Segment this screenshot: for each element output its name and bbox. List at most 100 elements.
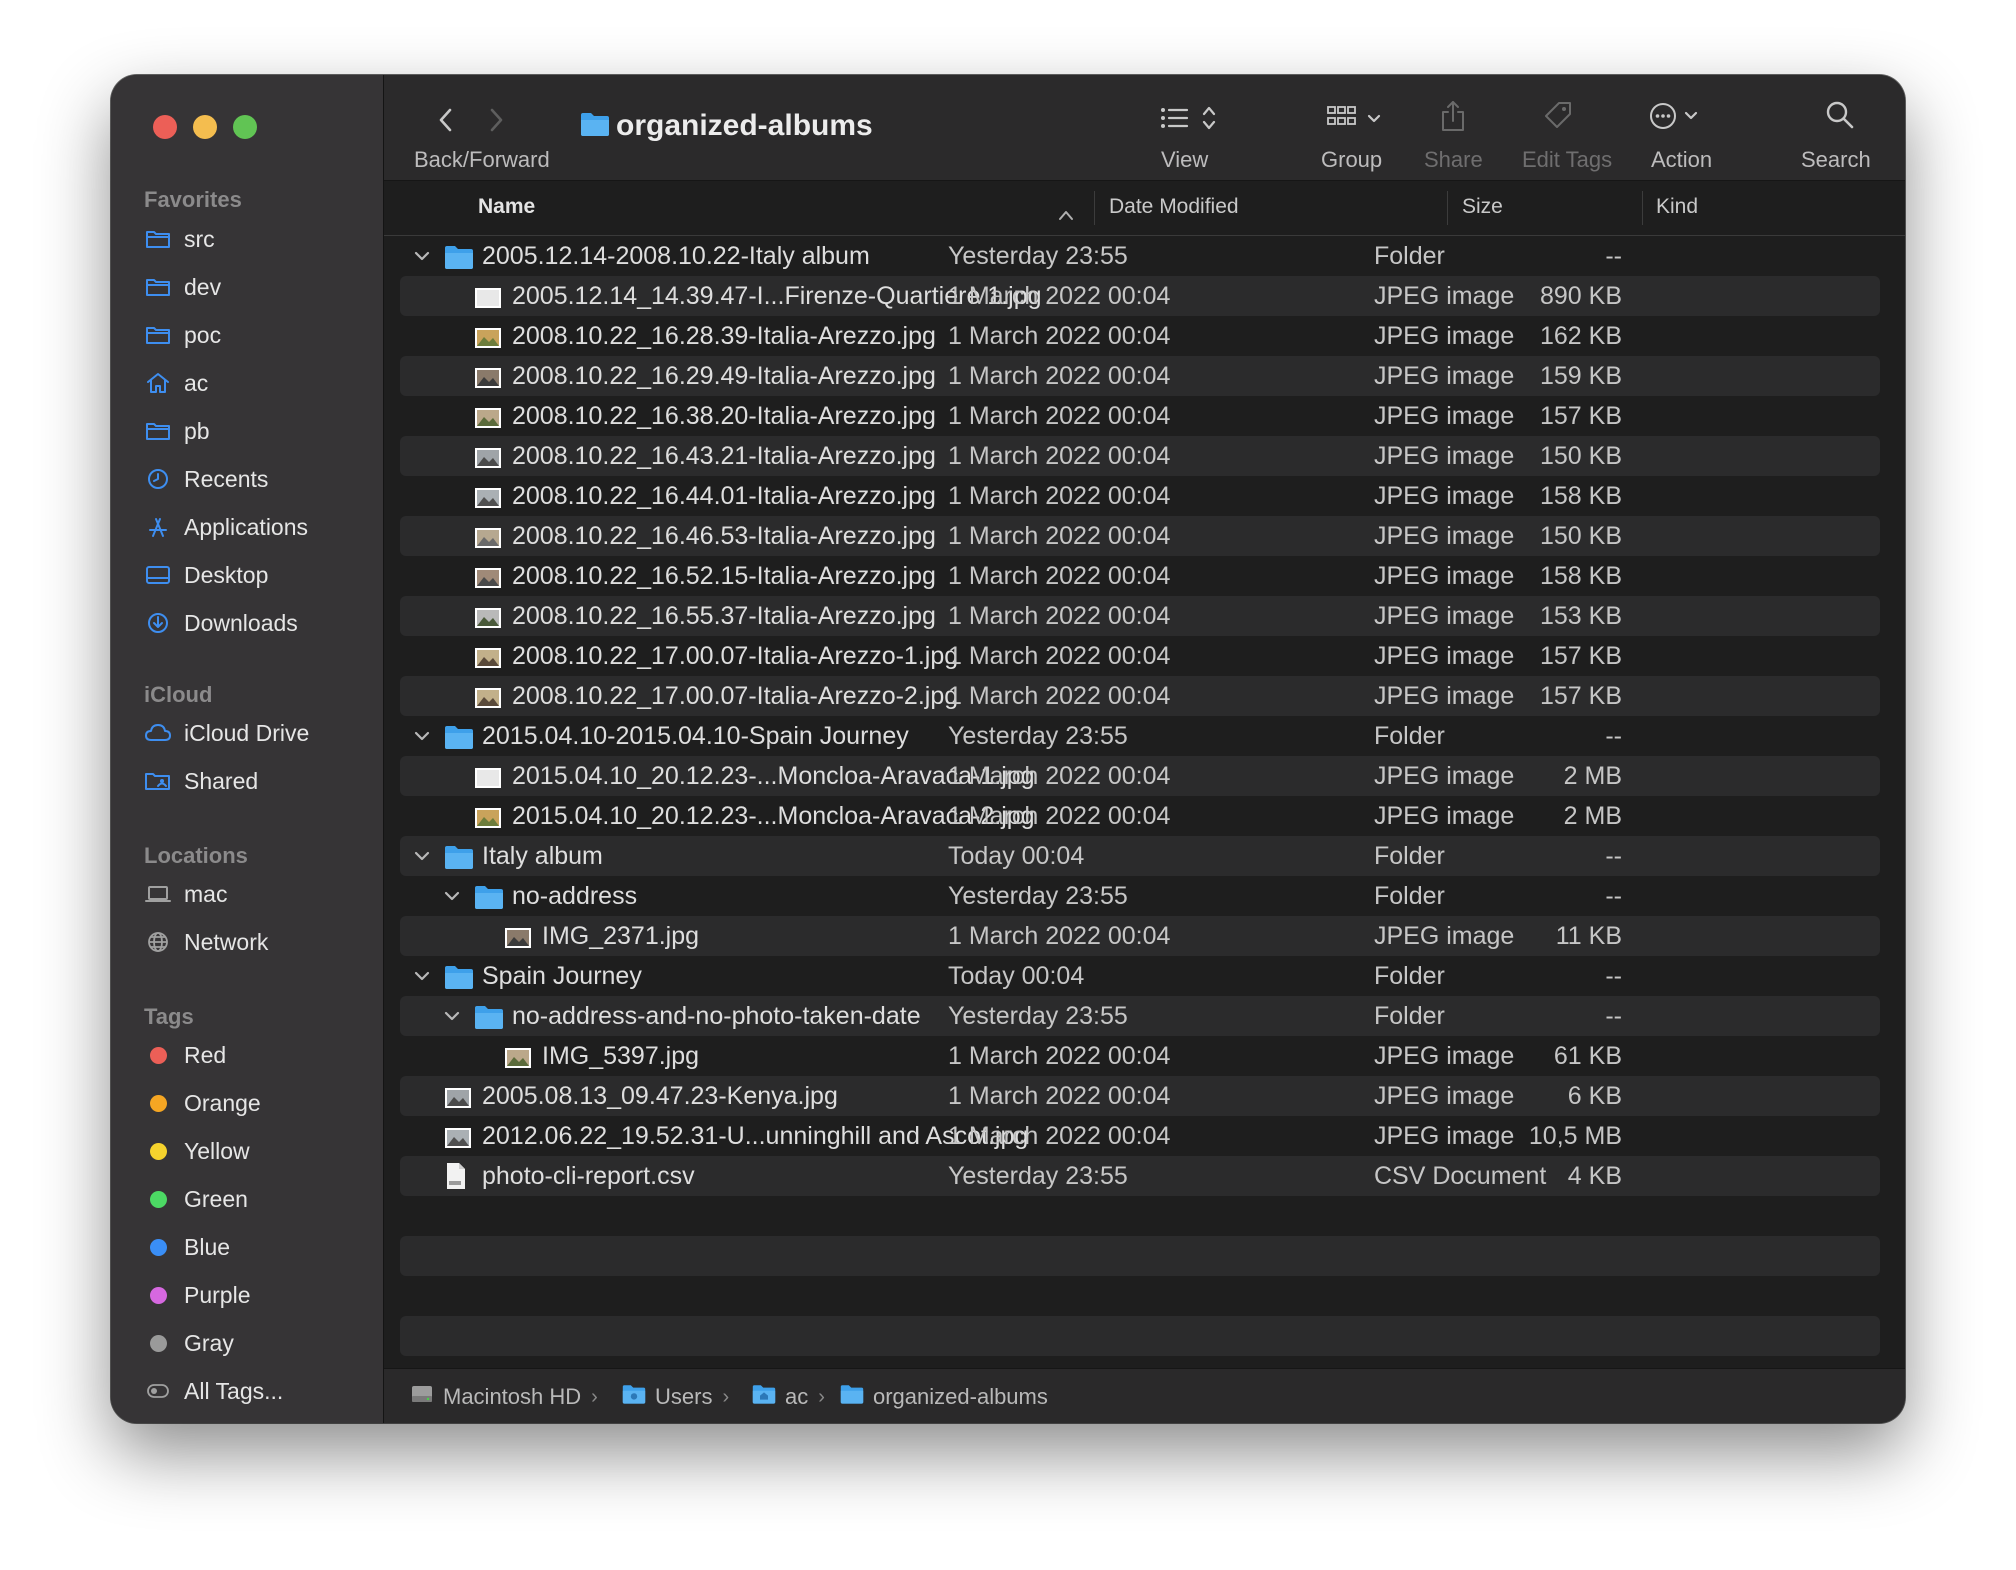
sidebar-item-mac[interactable]: mac bbox=[144, 874, 374, 914]
folder-row[interactable]: Italy album Today 00:04 -- Folder bbox=[400, 836, 1880, 876]
date-modified: Today 00:04 bbox=[948, 962, 1085, 990]
sidebar-item-yellow[interactable]: Yellow bbox=[144, 1131, 374, 1171]
sidebar-item-all-tags[interactable]: All Tags... bbox=[144, 1371, 374, 1411]
file-size: -- bbox=[1605, 962, 1622, 990]
disclosure-chevron-down-icon[interactable] bbox=[410, 236, 434, 276]
sidebar-item-src[interactable]: src bbox=[144, 219, 374, 259]
file-row[interactable]: IMG_5397.jpg 1 March 2022 00:04 61 KB JPEG … bbox=[400, 1036, 1880, 1076]
column-divider[interactable] bbox=[1447, 191, 1448, 225]
view-list-icon[interactable] bbox=[1160, 103, 1222, 138]
share-icon[interactable] bbox=[1438, 99, 1468, 138]
file-name: 2008.10.22_16.44.01-Italia-Arezzo.jpg bbox=[512, 482, 936, 510]
close-button[interactable] bbox=[153, 115, 177, 139]
sidebar-item-blue[interactable]: Blue bbox=[144, 1227, 374, 1267]
forward-button[interactable] bbox=[484, 105, 508, 140]
file-row[interactable]: 2008.10.22_16.44.01-Italia-Arezzo.jpg 1 M… bbox=[400, 476, 1880, 516]
sidebar-item-network[interactable]: Network bbox=[144, 922, 374, 962]
disclosure-chevron-down-icon[interactable] bbox=[410, 956, 434, 996]
file-row[interactable]: 2008.10.22_16.46.53-Italia-Arezzo.jpg 1 M… bbox=[400, 516, 1880, 556]
file-row[interactable]: 2005.08.13_09.47.23-Kenya.jpg 1 March 202… bbox=[400, 1076, 1880, 1116]
column-kind[interactable]: Kind bbox=[1656, 195, 1698, 219]
sidebar-item-dev[interactable]: dev bbox=[144, 267, 374, 307]
edit-tags-label: Edit Tags bbox=[1522, 147, 1613, 172]
sidebar-item-recents[interactable]: Recents bbox=[144, 459, 374, 499]
path-item-macintosh-hd[interactable]: Macintosh HD › bbox=[410, 1383, 598, 1411]
action-ellipsis-icon[interactable] bbox=[1648, 101, 1704, 136]
file-row[interactable]: 2008.10.22_16.43.21-Italia-Arezzo.jpg 1 M… bbox=[400, 436, 1880, 476]
sidebar-item-desktop[interactable]: Desktop bbox=[144, 555, 374, 595]
sidebar-item-gray[interactable]: Gray bbox=[144, 1323, 374, 1363]
folder-row[interactable]: Spain Journey Today 00:04 -- Folder bbox=[400, 956, 1880, 996]
sidebar-item-poc[interactable]: poc bbox=[144, 315, 374, 355]
path-item-organized-albums[interactable]: organized-albums bbox=[840, 1383, 1048, 1411]
sidebar-item-downloads[interactable]: Downloads bbox=[144, 603, 374, 643]
disclosure-chevron-down-icon[interactable] bbox=[410, 836, 434, 876]
column-date-modified[interactable]: Date Modified bbox=[1109, 195, 1239, 219]
sidebar-item-label: ac bbox=[184, 369, 209, 396]
disclosure-chevron-down-icon[interactable] bbox=[440, 996, 464, 1036]
file-row[interactable]: 2012.06.22_19.52.31-U...unninghill and A… bbox=[400, 1116, 1880, 1156]
disclosure-chevron-down-icon[interactable] bbox=[410, 716, 434, 756]
folder-row[interactable]: 2005.12.14-2008.10.22-Italy album Yesterd… bbox=[400, 236, 1880, 276]
file-name: 2008.10.22_16.55.37-Italia-Arezzo.jpg bbox=[512, 602, 936, 630]
file-kind: JPEG image bbox=[1374, 1082, 1515, 1110]
path-item-users[interactable]: Users › bbox=[622, 1383, 729, 1411]
date-modified: Yesterday 23:55 bbox=[948, 1002, 1128, 1030]
zoom-button[interactable] bbox=[233, 115, 257, 139]
image-thumbnail-icon bbox=[474, 522, 504, 550]
column-header: Name Date Modified Size Kind bbox=[384, 181, 1905, 236]
sidebar-item-orange[interactable]: Orange bbox=[144, 1083, 374, 1123]
search-icon[interactable] bbox=[1824, 99, 1856, 136]
sidebar-header-favorites: Favorites bbox=[144, 187, 242, 212]
column-divider[interactable] bbox=[1642, 191, 1643, 225]
file-name: Italy album bbox=[482, 842, 603, 870]
file-row[interactable]: 2008.10.22_17.00.07-Italia-Arezzo-1.jpg 1… bbox=[400, 636, 1880, 676]
sidebar-item-pb[interactable]: pb bbox=[144, 411, 374, 451]
file-size: -- bbox=[1605, 882, 1622, 910]
folder-row[interactable]: no-address-and-no-photo-taken-date Yester… bbox=[400, 996, 1880, 1036]
view-label: View bbox=[1161, 147, 1209, 172]
file-row[interactable]: 2015.04.10_20.12.23-...Moncloa-Aravaca-1… bbox=[400, 756, 1880, 796]
file-row[interactable]: 2005.12.14_14.39.47-I...Firenze-Quartier… bbox=[400, 276, 1880, 316]
tag-icon[interactable] bbox=[1542, 99, 1574, 136]
file-row[interactable]: 2008.10.22_16.38.20-Italia-Arezzo.jpg 1 M… bbox=[400, 396, 1880, 436]
back-button[interactable] bbox=[434, 105, 458, 140]
file-row[interactable]: IMG_2371.jpg 1 March 2022 00:04 11 KB JPEG … bbox=[400, 916, 1880, 956]
file-row[interactable]: 2008.10.22_17.00.07-Italia-Arezzo-2.jpg 1… bbox=[400, 676, 1880, 716]
file-row[interactable]: photo-cli-report.csv Yesterday 23:55 4 KB C… bbox=[400, 1156, 1880, 1196]
sidebar-header-icloud: iCloud bbox=[144, 682, 213, 707]
column-name[interactable]: Name bbox=[478, 195, 535, 219]
sidebar-item-red[interactable]: Red bbox=[144, 1035, 374, 1075]
path-label: Macintosh HD bbox=[443, 1384, 582, 1409]
file-kind: Folder bbox=[1374, 722, 1445, 750]
file-row[interactable]: 2008.10.22_16.55.37-Italia-Arezzo.jpg 1 M… bbox=[400, 596, 1880, 636]
file-row[interactable]: 2008.10.22_16.29.49-Italia-Arezzo.jpg 1 M… bbox=[400, 356, 1880, 396]
sidebar-item-ac[interactable]: ac bbox=[144, 363, 374, 403]
sidebar-item-green[interactable]: Green bbox=[144, 1179, 374, 1219]
home-icon bbox=[144, 369, 172, 397]
file-row[interactable]: 2008.10.22_16.28.39-Italia-Arezzo.jpg 1 M… bbox=[400, 316, 1880, 356]
folder-row[interactable]: no-address Yesterday 23:55 -- Folder bbox=[400, 876, 1880, 916]
tag-dot-icon bbox=[144, 1137, 172, 1165]
hard-drive-icon bbox=[410, 1383, 434, 1411]
sidebar-item-applications[interactable]: Applications bbox=[144, 507, 374, 547]
file-row[interactable]: 2008.10.22_16.52.15-Italia-Arezzo.jpg 1 M… bbox=[400, 556, 1880, 596]
folder-row[interactable]: 2015.04.10-2015.04.10-Spain Journey Yeste… bbox=[400, 716, 1880, 756]
sidebar-item-purple[interactable]: Purple bbox=[144, 1275, 374, 1315]
minimize-button[interactable] bbox=[193, 115, 217, 139]
image-thumbnail-icon bbox=[474, 642, 504, 670]
sidebar-item-shared[interactable]: Shared bbox=[144, 761, 374, 801]
column-size[interactable]: Size bbox=[1462, 195, 1503, 219]
empty-row-stripe bbox=[400, 1236, 1880, 1276]
path-item-ac[interactable]: ac › bbox=[752, 1383, 825, 1411]
group-icon[interactable] bbox=[1326, 103, 1388, 138]
sidebar-item-label: Purple bbox=[184, 1281, 251, 1308]
column-divider[interactable] bbox=[1094, 191, 1095, 225]
disclosure-chevron-down-icon[interactable] bbox=[440, 876, 464, 916]
image-thumbnail-icon bbox=[474, 762, 504, 790]
date-modified: 1 March 2022 00:04 bbox=[948, 762, 1171, 790]
folder-icon bbox=[144, 417, 172, 445]
sidebar-item-icloud-drive[interactable]: iCloud Drive bbox=[144, 713, 374, 753]
file-row[interactable]: 2015.04.10_20.12.23-...Moncloa-Aravaca-2… bbox=[400, 796, 1880, 836]
sort-ascending-icon[interactable] bbox=[1058, 203, 1074, 227]
